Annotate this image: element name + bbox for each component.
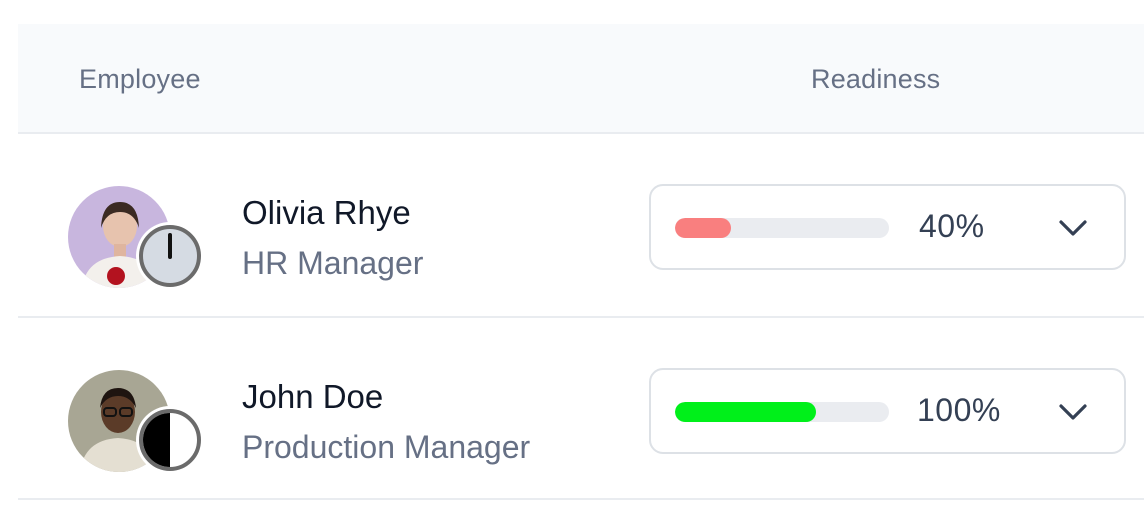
chevron-down-icon[interactable]	[1057, 400, 1089, 424]
header-employee[interactable]: Employee	[79, 64, 201, 95]
employee-role: Production Manager	[242, 429, 531, 465]
header-readiness[interactable]: Readiness	[811, 64, 940, 95]
employee-table: Employee Readiness Olivia Rhye HR Manage…	[18, 24, 1144, 502]
employee-name: Olivia Rhye	[242, 194, 411, 231]
chevron-down-icon[interactable]	[1057, 216, 1089, 240]
avatar-group	[68, 186, 204, 292]
employee-name: John Doe	[242, 378, 384, 415]
readiness-progress-bar	[675, 218, 889, 238]
readiness-dropdown[interactable]: 40%	[649, 184, 1126, 270]
employee-role: HR Manager	[242, 245, 424, 281]
readiness-progress-bar	[675, 402, 889, 422]
readiness-progress-fill	[675, 218, 731, 238]
avatar-group	[68, 370, 204, 476]
readiness-percent: 40%	[919, 208, 985, 244]
table-row[interactable]: Olivia Rhye HR Manager 40%	[18, 136, 1144, 318]
table-row[interactable]: John Doe Production Manager 100%	[18, 320, 1144, 500]
readiness-progress-fill	[675, 402, 817, 422]
readiness-percent: 100%	[917, 392, 1001, 428]
half-moon-status-icon	[136, 406, 204, 474]
readiness-dropdown[interactable]: 100%	[649, 368, 1126, 454]
clock-status-icon	[136, 222, 204, 290]
table-header: Employee Readiness	[18, 24, 1144, 134]
